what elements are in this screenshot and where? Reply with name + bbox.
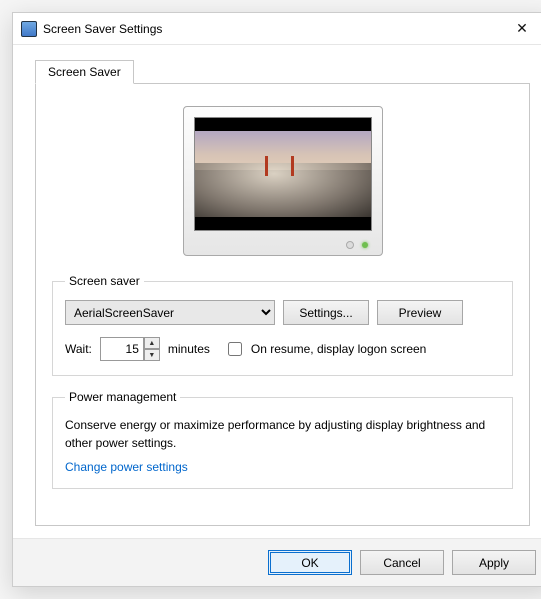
wait-spin-up[interactable]: ▲: [144, 337, 160, 349]
power-management-legend: Power management: [65, 390, 180, 404]
monitor-preview: [52, 102, 513, 274]
power-management-group: Power management Conserve energy or maxi…: [52, 390, 513, 489]
apply-button[interactable]: Apply: [452, 550, 536, 575]
screensaver-legend: Screen saver: [65, 274, 144, 288]
monitor-icon: [183, 106, 383, 256]
resume-checkbox-text: On resume, display logon screen: [251, 342, 426, 356]
wait-spin-down[interactable]: ▼: [144, 349, 160, 361]
window-title: Screen Saver Settings: [37, 22, 502, 36]
dialog-body: Screen Saver Screen saver: [13, 45, 541, 538]
titlebar: Screen Saver Settings ✕: [13, 13, 541, 45]
monitor-led-icon: [362, 242, 368, 248]
settings-button[interactable]: Settings...: [283, 300, 369, 325]
tab-panel: Screen saver AerialScreenSaver Settings.…: [35, 83, 530, 526]
tabstrip: Screen Saver: [35, 60, 530, 84]
close-button[interactable]: ✕: [502, 13, 541, 44]
resume-checkbox[interactable]: [228, 342, 242, 356]
tab-screen-saver[interactable]: Screen Saver: [35, 60, 134, 84]
wait-spinner: ▲ ▼: [100, 337, 160, 361]
monitor-power-button-icon: [346, 241, 354, 249]
screensaver-select[interactable]: AerialScreenSaver: [65, 300, 275, 325]
close-icon: ✕: [516, 20, 528, 37]
dialog-footer: OK Cancel Apply: [13, 538, 541, 586]
preview-button[interactable]: Preview: [377, 300, 463, 325]
screensaver-group: Screen saver AerialScreenSaver Settings.…: [52, 274, 513, 376]
monitor-screen: [194, 117, 372, 231]
screensaver-app-icon: [21, 21, 37, 37]
cancel-button[interactable]: Cancel: [360, 550, 444, 575]
resume-checkbox-label[interactable]: On resume, display logon screen: [224, 339, 426, 359]
minutes-label: minutes: [168, 342, 210, 356]
change-power-settings-link[interactable]: Change power settings: [65, 460, 188, 474]
ok-button[interactable]: OK: [268, 550, 352, 575]
power-management-text: Conserve energy or maximize performance …: [65, 416, 500, 452]
screen-saver-settings-dialog: Screen Saver Settings ✕ Screen Saver: [12, 12, 541, 587]
wait-input[interactable]: [100, 337, 144, 361]
wait-label: Wait:: [65, 342, 92, 356]
